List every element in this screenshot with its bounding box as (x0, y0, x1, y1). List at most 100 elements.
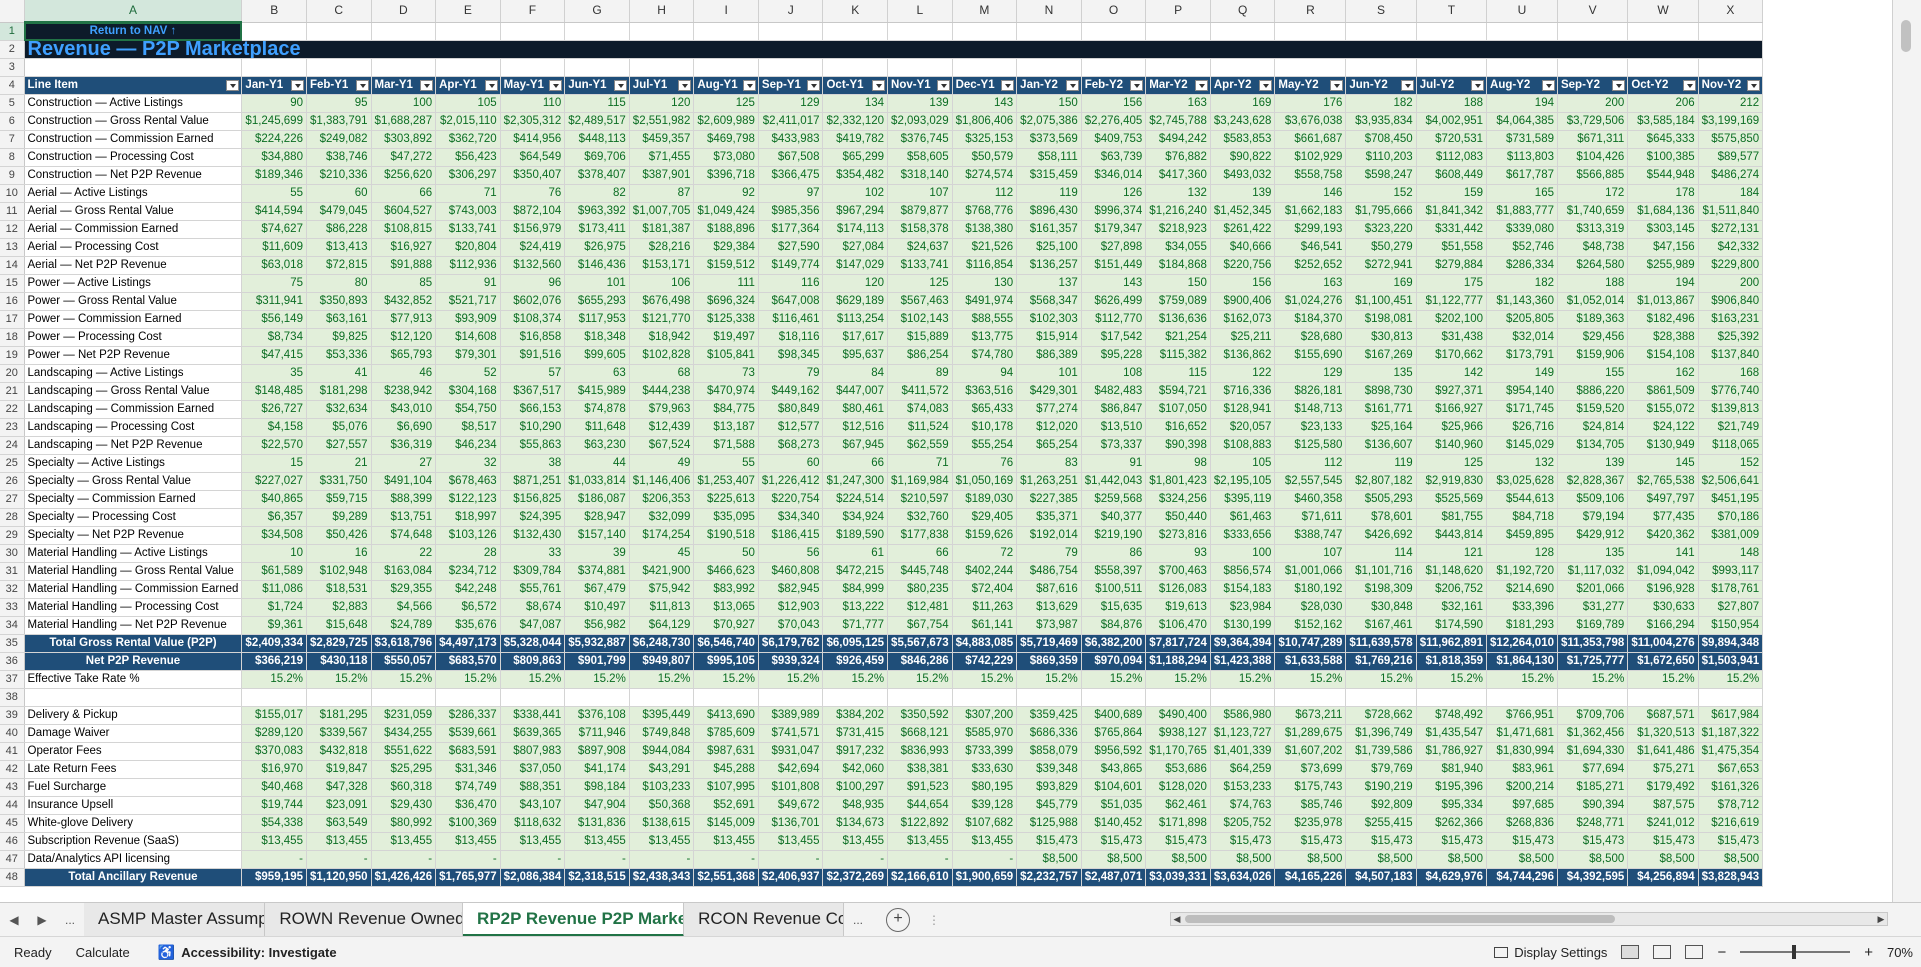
value-cell[interactable]: $25,211 (1210, 328, 1276, 347)
value-cell[interactable]: $107,682 (952, 814, 1018, 833)
total-value[interactable]: $2,551,368 (693, 868, 759, 887)
row-label[interactable]: Construction — Net P2P Revenue (24, 166, 243, 185)
value-cell[interactable]: $12,020 (1016, 418, 1082, 437)
cell[interactable] (1627, 688, 1699, 707)
total-value[interactable]: $5,567,673 (887, 634, 953, 653)
value-cell[interactable]: $104,426 (1557, 148, 1629, 167)
value-cell[interactable]: $384,202 (822, 706, 889, 725)
total-value[interactable]: $12,264,010 (1486, 634, 1558, 653)
value-cell[interactable]: $897,908 (564, 742, 630, 761)
value-cell[interactable]: $490,400 (1145, 706, 1211, 725)
value-cell[interactable]: $118,632 (500, 814, 566, 833)
value-cell[interactable]: $15,473 (1016, 832, 1082, 851)
row-header[interactable]: 11 (0, 202, 25, 221)
value-cell[interactable]: $362,720 (435, 130, 501, 149)
value-cell[interactable]: $1,841,342 (1416, 202, 1488, 221)
value-cell[interactable]: $363,516 (952, 382, 1018, 401)
value-cell[interactable]: $583,853 (1210, 130, 1276, 149)
value-cell[interactable]: 44 (564, 454, 630, 473)
total-value[interactable]: $5,328,044 (500, 634, 566, 653)
value-cell[interactable]: $99,605 (564, 346, 630, 365)
header-month[interactable]: Sep-Y2 (1557, 76, 1629, 95)
row-label[interactable]: Material Handling — Commission Earned (24, 580, 243, 599)
value-cell[interactable]: $77,435 (1627, 508, 1699, 527)
cell[interactable] (241, 58, 307, 77)
filter-dropdown-icon[interactable] (1001, 80, 1015, 91)
value-cell[interactable]: $87,575 (1627, 796, 1699, 815)
value-cell[interactable]: $9,361 (241, 616, 307, 635)
value-cell[interactable]: $186,087 (564, 490, 630, 509)
value-cell[interactable]: 129 (1274, 364, 1347, 383)
value-cell[interactable]: $568,347 (1016, 292, 1082, 311)
value-cell[interactable]: $97,685 (1486, 796, 1558, 815)
value-cell[interactable]: $113,803 (1486, 148, 1558, 167)
value-cell[interactable]: $661,687 (1274, 130, 1347, 149)
value-cell[interactable]: $1,192,720 (1486, 562, 1558, 581)
value-cell[interactable]: $48,738 (1557, 238, 1629, 257)
value-cell[interactable]: 33 (500, 544, 566, 563)
value-cell[interactable]: $138,380 (952, 220, 1018, 239)
row-label[interactable]: Damage Waiver (24, 724, 243, 743)
header-month[interactable]: Dec-Y1 (952, 76, 1018, 95)
value-cell[interactable]: $645,333 (1627, 130, 1699, 149)
total-value[interactable]: $1,423,388 (1210, 652, 1276, 671)
value-cell[interactable]: $227,027 (241, 472, 307, 491)
value-cell[interactable]: $84,775 (693, 400, 759, 419)
value-cell[interactable]: $586,980 (1210, 706, 1276, 725)
value-cell[interactable]: $509,106 (1557, 490, 1629, 509)
row-label[interactable]: Landscaping — Net P2P Revenue (24, 436, 243, 455)
cell[interactable] (1416, 688, 1488, 707)
value-cell[interactable]: $12,516 (822, 418, 889, 437)
value-cell[interactable]: $72,815 (306, 256, 372, 275)
value-cell[interactable]: $64,259 (1210, 760, 1276, 779)
value-cell[interactable]: $18,116 (758, 328, 824, 347)
value-cell[interactable]: $102,929 (1274, 148, 1347, 167)
value-cell[interactable]: $70,043 (758, 616, 824, 635)
value-cell[interactable]: $1,641,486 (1627, 742, 1699, 761)
value-cell[interactable]: $73,987 (1016, 616, 1082, 635)
value-cell[interactable]: $42,248 (435, 580, 501, 599)
value-cell[interactable]: 75 (241, 274, 307, 293)
value-cell[interactable]: $35,371 (1016, 508, 1082, 527)
value-cell[interactable]: $15,473 (1557, 832, 1629, 851)
value-cell[interactable]: $177,838 (887, 526, 953, 545)
horizontal-scroll-thumb[interactable] (1185, 915, 1615, 923)
total-value[interactable]: $4,165,226 (1274, 868, 1347, 887)
filter-dropdown-icon[interactable] (1682, 80, 1696, 91)
value-cell[interactable]: $429,301 (1016, 382, 1082, 401)
value-cell[interactable]: $63,549 (306, 814, 372, 833)
header-month[interactable]: Aug-Y2 (1486, 76, 1558, 95)
value-cell[interactable]: $47,904 (564, 796, 630, 815)
row-label[interactable]: Construction — Active Listings (24, 94, 243, 113)
value-cell[interactable]: $20,804 (435, 238, 501, 257)
value-cell[interactable]: $106,470 (1145, 616, 1211, 635)
value-cell[interactable]: $63,230 (564, 436, 630, 455)
value-cell[interactable]: $11,524 (887, 418, 953, 437)
value-cell[interactable]: $74,763 (1210, 796, 1276, 815)
vertical-scroll-thumb[interactable] (1901, 20, 1911, 52)
value-cell[interactable]: 155 (1557, 364, 1629, 383)
value-cell[interactable]: $58,605 (887, 148, 953, 167)
value-cell[interactable]: $202,100 (1416, 310, 1488, 329)
value-cell[interactable]: 119 (1016, 184, 1082, 203)
total-value[interactable]: $1,672,650 (1627, 652, 1699, 671)
value-cell[interactable]: $51,035 (1081, 796, 1147, 815)
cell[interactable] (1486, 58, 1558, 77)
value-cell[interactable]: $184,868 (1145, 256, 1211, 275)
value-cell[interactable]: $1,247,300 (822, 472, 889, 491)
cell[interactable] (822, 22, 889, 41)
value-cell[interactable]: 142 (1416, 364, 1488, 383)
value-cell[interactable]: 200 (1557, 94, 1629, 113)
cell[interactable] (564, 58, 630, 77)
cell[interactable] (564, 688, 630, 707)
total-value[interactable]: $809,863 (500, 652, 566, 671)
value-cell[interactable]: $19,744 (241, 796, 307, 815)
value-cell[interactable]: $56,423 (435, 148, 501, 167)
value-cell[interactable]: $2,557,545 (1274, 472, 1347, 491)
value-cell[interactable]: 125 (887, 274, 953, 293)
value-cell[interactable]: $413,690 (693, 706, 759, 725)
row-label[interactable]: Power — Processing Cost (24, 328, 243, 347)
value-cell[interactable]: $482,483 (1081, 382, 1147, 401)
value-cell[interactable]: $26,727 (241, 400, 307, 419)
value-cell[interactable]: $179,492 (1627, 778, 1699, 797)
